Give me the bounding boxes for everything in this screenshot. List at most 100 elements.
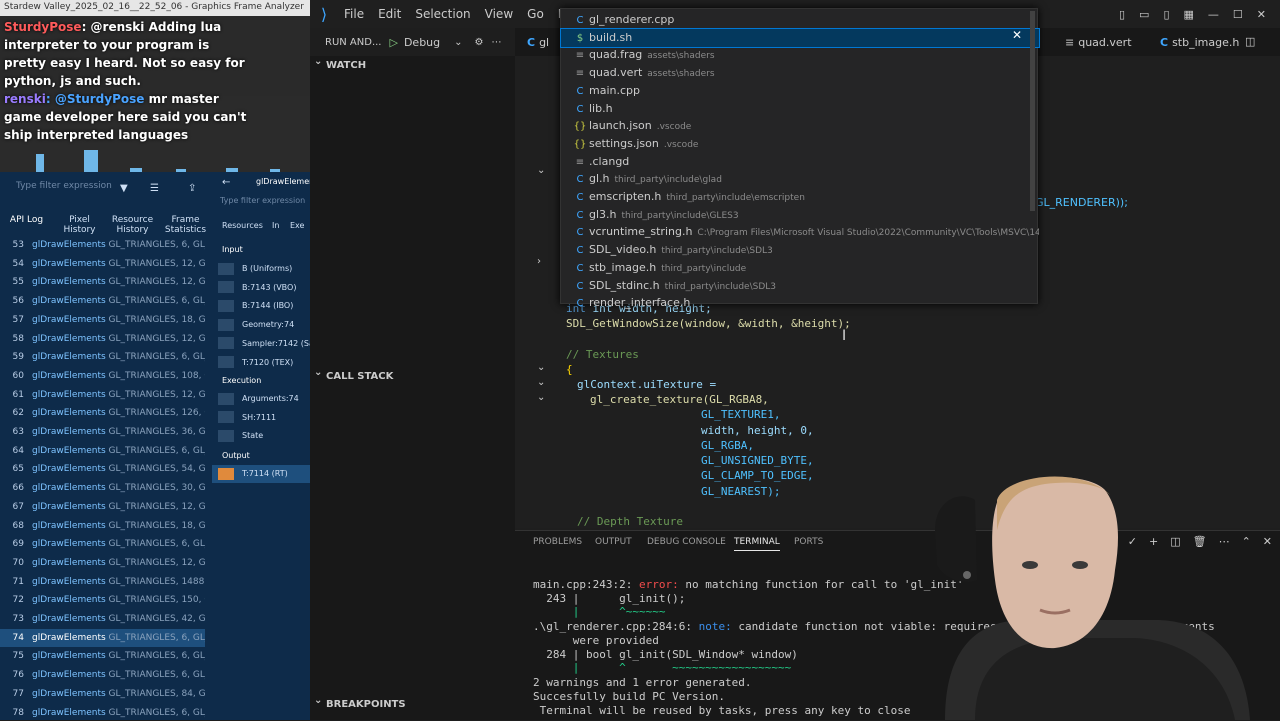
resource-item[interactable]: Geometry:74 [212,316,310,334]
api-call-row[interactable]: 66 glDrawElements GL_TRIANGLES, 30, GL_U.… [0,479,205,497]
more-actions-icon[interactable]: ⋯ [492,37,502,48]
callstack-panel-header[interactable]: CALL STACK [310,365,515,385]
quick-open-item[interactable]: {} settings.json .vscode [561,135,1039,153]
quick-open-item[interactable]: Cgl.h third_party\include\glad [561,170,1039,188]
api-call-row[interactable]: 75 glDrawElements GL_TRIANGLES, 6, GL_UN.… [0,647,205,665]
api-call-row[interactable]: 73 glDrawElements GL_TRIANGLES, 42, GL_U.… [0,610,205,628]
layout-sidebar-icon[interactable]: ▯ [1119,8,1125,21]
api-call-row[interactable]: 67 glDrawElements GL_TRIANGLES, 12, GL_UN… [0,498,205,516]
api-call-row[interactable]: 70 glDrawElements GL_TRIANGLES, 12, GL_UN… [0,554,205,572]
panel-tab-output[interactable]: OUTPUT [595,537,632,547]
api-call-row[interactable]: 63 glDrawElements GL_TRIANGLES, 36, GL_U.… [0,423,205,441]
api-call-row[interactable]: 58 glDrawElements GL_TRIANGLES, 12, GL_UN… [0,330,205,348]
tab-stb-image[interactable]: Cstb_image.h [1160,36,1239,49]
resources-filter-input[interactable]: Type filter expression [220,196,305,205]
resource-item[interactable]: State [212,427,310,445]
tab-quad-vert[interactable]: ≡ quad.vert [1065,36,1132,49]
list-icon[interactable]: ☰ [150,183,159,194]
split-editor-icon[interactable]: ◫ [1245,35,1255,48]
resource-item[interactable]: Arguments:74 [212,390,310,408]
quick-open-item[interactable]: C SDL_stdinc.h third_party\include\SDL3 [561,277,1039,295]
resource-item[interactable]: B (Uniforms) [212,260,310,278]
fold-chevron-icon[interactable]: ⌄ [537,377,545,388]
api-call-row[interactable]: 56 glDrawElements GL_TRIANGLES, 6, GL_UN.… [0,292,205,310]
api-call-row[interactable]: 68 glDrawElements GL_TRIANGLES, 18, GL_UN… [0,517,205,535]
minimize-icon[interactable]: — [1208,8,1219,21]
api-call-row[interactable]: 69 glDrawElements GL_TRIANGLES, 6, GL_UN.… [0,535,205,553]
api-call-row[interactable]: 72 glDrawElements GL_TRIANGLES, 150, GL_U… [0,591,205,609]
menu-view[interactable]: View [478,7,520,21]
back-arrow-icon[interactable]: ← [222,177,230,188]
quick-open-item[interactable]: C SDL_video.h third_party\include\SDL3 [561,241,1039,259]
api-call-row[interactable]: 78 glDrawElements GL_TRIANGLES, 6, GL_UN.… [0,704,205,721]
quick-open-item[interactable]: {} launch.json .vscode [561,117,1039,135]
api-call-row[interactable]: 54 glDrawElements GL_TRIANGLES, 12, GL_UN… [0,255,205,273]
menu-selection[interactable]: Selection [408,7,477,21]
quick-open-item[interactable]: ≡ quad.vert assets\shaders [561,64,1039,82]
api-call-row[interactable]: 71 glDrawElements GL_TRIANGLES, 1488, GL.… [0,573,205,591]
watch-panel-header[interactable]: WATCH [310,54,515,74]
close-window-icon[interactable]: ✕ [1257,8,1266,21]
tab-exe[interactable]: Exe [290,221,304,230]
layout-customize-icon[interactable]: ▦ [1184,8,1194,21]
fold-chevron-icon[interactable]: ⌄ [537,362,545,373]
code-line: GL_NEAREST); [701,485,781,498]
api-call-row[interactable]: 57 glDrawElements GL_TRIANGLES, 18, GL_UN… [0,311,205,329]
start-debug-icon[interactable]: ▷ [389,36,397,49]
resource-item[interactable]: B:7143 (VBO) [212,279,310,297]
api-call-row[interactable]: 74 glDrawElements GL_TRIANGLES, 6, GL_UN.… [0,628,205,647]
api-call-row[interactable]: 60 glDrawElements GL_TRIANGLES, 108, GL_U… [0,367,205,385]
quick-open-item[interactable]: Cvcruntime_string.h C:\Program Files\Micr… [561,223,1040,241]
api-call-row[interactable]: 77 glDrawElements GL_TRIANGLES, 84, GL_U.… [0,685,205,703]
tab-in[interactable]: In [272,221,279,230]
scrollbar[interactable] [1030,11,1035,211]
fold-chevron-icon[interactable]: ⌄ [537,165,545,176]
tab-resources[interactable]: Resources [222,221,263,230]
menu-file[interactable]: File [337,7,371,21]
resource-item[interactable]: Sampler:7142 (Samp [212,335,310,353]
resource-item[interactable]: SH:7111 [212,409,310,427]
api-call-row[interactable]: 59 glDrawElements GL_TRIANGLES, 6, GL_UN.… [0,348,205,366]
api-call-row[interactable]: 61 glDrawElements GL_TRIANGLES, 12, GL_UN… [0,386,205,404]
debug-config-select[interactable]: Debug [404,36,440,49]
editor-tab[interactable]: Cgl [527,36,549,49]
menu-edit[interactable]: Edit [371,7,408,21]
panel-tab-ports[interactable]: PORTS [794,537,823,547]
api-call-row[interactable]: 53 glDrawElements GL_TRIANGLES, 6, GL_UN.… [0,236,205,254]
resource-item[interactable]: T:7120 (TEX) [212,354,310,372]
close-icon[interactable]: ✕ [1009,28,1025,44]
quick-open-item[interactable]: Crender_interface.h [561,294,1039,312]
panel-tab-debug-console[interactable]: DEBUG CONSOLE [647,537,726,547]
filter-icon[interactable]: ▼ [120,183,128,194]
layout-panel-icon[interactable]: ▭ [1139,8,1149,21]
quick-open-item[interactable]: Cgl_renderer.cpp [561,11,1039,29]
gear-icon[interactable]: ⚙ [475,37,484,48]
panel-tab-problems[interactable]: PROBLEMS [533,537,582,547]
api-filter-input[interactable]: Type filter expression [6,178,166,196]
quick-open-item[interactable]: ≡ quad.frag assets\shaders [561,46,1039,64]
api-call-row[interactable]: 76 glDrawElements GL_TRIANGLES, 6, GL_UN.… [0,666,205,684]
quick-open-item[interactable]: $ build.sh [560,27,1040,48]
quick-open-item[interactable]: Cstb_image.h third_party\include [561,259,1039,277]
fold-chevron-icon[interactable]: › [537,256,541,267]
api-call-row[interactable]: 65 glDrawElements GL_TRIANGLES, 54, GL_U.… [0,460,205,478]
panel-tab-terminal[interactable]: TERMINAL [734,537,780,551]
quick-open-item[interactable]: Cmain.cpp [561,82,1039,100]
quick-open-item[interactable]: Cemscripten.h third_party\include\emscrip… [561,188,1039,206]
chevron-down-icon[interactable]: ⌄ [454,37,462,48]
maximize-icon[interactable]: ☐ [1233,8,1243,21]
export-icon[interactable]: ⇪ [188,183,196,194]
resource-item[interactable]: T:7114 (RT) [212,465,310,483]
api-call-row[interactable]: 55 glDrawElements GL_TRIANGLES, 12, GL_UN… [0,273,205,291]
fold-chevron-icon[interactable]: ⌄ [537,392,545,403]
quick-open-item[interactable]: Cgl3.h third_party\include\GLES3 [561,206,1039,224]
file-path: third_party\include\SDL3 [664,281,776,292]
breakpoints-panel-header[interactable]: BREAKPOINTS [310,693,515,713]
api-call-row[interactable]: 64 glDrawElements GL_TRIANGLES, 6, GL_UN.… [0,442,205,460]
layout-secondary-icon[interactable]: ▯ [1163,8,1169,21]
quick-open-item[interactable]: Clib.h [561,100,1039,118]
resource-item[interactable]: B:7144 (IBO) [212,297,310,315]
menu-go[interactable]: Go [520,7,551,21]
api-call-row[interactable]: 62 glDrawElements GL_TRIANGLES, 126, GL_U… [0,404,205,422]
quick-open-item[interactable]: ≡ .clangd [561,153,1039,171]
